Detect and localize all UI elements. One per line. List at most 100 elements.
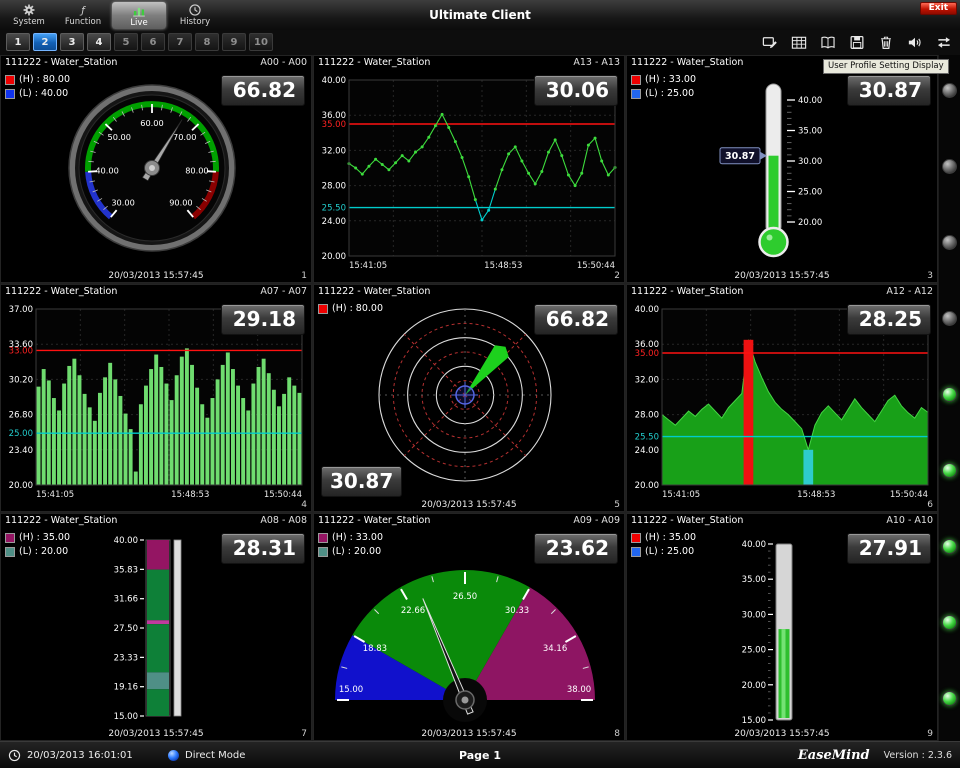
toolbar-button-table[interactable]: [786, 32, 811, 52]
page-tab-2[interactable]: 2: [33, 33, 57, 51]
svg-text:35.00: 35.00: [635, 349, 659, 359]
legend-item: (L) : 25.00: [631, 546, 696, 557]
status-bar: 20/03/2013 16:01:01 Direct Mode Page 1 E…: [0, 741, 960, 768]
legend-label: (L) : 40.00: [19, 88, 68, 99]
legend-swatch: [318, 547, 328, 557]
toolbar-button-save[interactable]: [844, 32, 869, 52]
page-tab-8[interactable]: 8: [195, 33, 219, 51]
toolbar-button-audio[interactable]: [902, 32, 927, 52]
panel-7-segbar[interactable]: 111222 - Water_StationA08 - A0840.0035.8…: [0, 513, 312, 741]
status-brand-group: EaseMind Version : 2.3.6: [798, 742, 952, 768]
panel-4-bar[interactable]: 111222 - Water_StationA07 - A0737.0033.6…: [0, 284, 312, 512]
panel-9-vbar[interactable]: 111222 - Water_StationA10 - A1040.0035.0…: [626, 513, 938, 741]
page-tab-4[interactable]: 4: [87, 33, 111, 51]
panel-index: 6: [927, 500, 933, 510]
toolbar-button-user-profile[interactable]: [815, 32, 840, 52]
panel-timestamp: 20/03/2013 15:57:45: [0, 729, 312, 739]
panel-timestamp: 20/03/2013 15:57:45: [0, 271, 312, 281]
delete-icon: [876, 34, 896, 51]
svg-text:34.16: 34.16: [543, 644, 567, 654]
value-readout: 30.87: [847, 75, 931, 106]
svg-text:37.00: 37.00: [9, 305, 33, 315]
panel-station: 111222 - Water_Station: [5, 286, 117, 299]
page-tabs: 12345678910: [3, 30, 273, 51]
panel-1-dial[interactable]: 111222 - Water_StationA00 - A0030.0040.0…: [0, 55, 312, 283]
toolbar-button-sync[interactable]: [931, 32, 956, 52]
svg-text:40.00: 40.00: [798, 96, 822, 106]
value-readout: 27.91: [847, 533, 931, 564]
toolbar-button-delete[interactable]: [873, 32, 898, 52]
led-indicator-2: [942, 159, 957, 174]
panel-station: 111222 - Water_Station: [631, 515, 743, 528]
top-bar: System ƒ Function Live History Ultimate …: [0, 0, 960, 30]
panel-body: (H) : 80.0066.8230.8720/03/2013 15:57:45…: [313, 299, 625, 512]
panel-grid: 111222 - Water_StationA00 - A0030.0040.0…: [0, 55, 938, 741]
svg-text:35.00: 35.00: [798, 127, 822, 137]
svg-text:32.00: 32.00: [322, 146, 346, 156]
legend-item: (H) : 33.00: [318, 532, 383, 543]
panel-index: 1: [301, 271, 307, 281]
svg-text:15:50:44: 15:50:44: [264, 490, 302, 500]
panel-channel: A13 - A13: [573, 57, 620, 70]
exit-button[interactable]: Exit: [920, 2, 957, 15]
panel-body: 40.0035.0030.0025.0020.0030.87(H) : 33.0…: [626, 70, 938, 283]
value-readout: 28.31: [221, 533, 305, 564]
page-tab-10[interactable]: 10: [249, 33, 273, 51]
new-display-icon: [760, 34, 780, 51]
svg-text:35.00: 35.00: [322, 120, 346, 130]
legend-label: (H) : 80.00: [332, 303, 383, 314]
legend-item: (L) : 40.00: [5, 88, 70, 99]
led-column: [938, 55, 960, 741]
page-tab-1[interactable]: 1: [6, 33, 30, 51]
svg-text:20.00: 20.00: [635, 481, 659, 491]
panel-3-thermo[interactable]: 111222 - Water_Station40.0035.0030.0025.…: [626, 55, 938, 283]
panel-header: 111222 - Water_StationA12 - A12: [626, 284, 938, 299]
panel-header: 111222 - Water_Station: [313, 284, 625, 299]
svg-text:15:41:05: 15:41:05: [662, 490, 700, 500]
panel-8-semigauge[interactable]: 111222 - Water_StationA09 - A0915.0018.8…: [313, 513, 625, 741]
panel-index: 5: [614, 500, 620, 510]
svg-text:25.00: 25.00: [742, 646, 766, 656]
svg-text:25.50: 25.50: [635, 433, 659, 443]
panel-timestamp: 20/03/2013 15:57:45: [313, 729, 625, 739]
nav-tab-label: Function: [65, 17, 101, 27]
panel-5-radar[interactable]: 111222 - Water_Station(H) : 80.0066.8230…: [313, 284, 625, 512]
svg-text:15.00: 15.00: [339, 685, 363, 695]
svg-text:28.00: 28.00: [322, 182, 346, 192]
panel-station: 111222 - Water_Station: [318, 57, 430, 70]
page-tab-7[interactable]: 7: [168, 33, 192, 51]
page-tab-6[interactable]: 6: [141, 33, 165, 51]
legend-swatch: [631, 533, 641, 543]
toolbar-button-new-display[interactable]: [757, 32, 782, 52]
svg-text:27.50: 27.50: [114, 624, 138, 634]
nav-tab-history[interactable]: History: [168, 0, 222, 30]
page-tab-9[interactable]: 9: [222, 33, 246, 51]
nav-tab-system[interactable]: System: [2, 0, 56, 30]
panel-station: 111222 - Water_Station: [5, 515, 117, 528]
nav-tabs: System ƒ Function Live History: [2, 0, 222, 30]
panel-2-line[interactable]: 111222 - Water_StationA13 - A1340.0036.0…: [313, 55, 625, 283]
led-indicator-4: [942, 311, 957, 326]
tooltip: User Profile Setting Display: [823, 59, 949, 74]
svg-text:20.00: 20.00: [798, 218, 822, 228]
panel-legend: (H) : 35.00(L) : 20.00: [5, 532, 70, 557]
svg-text:70.00: 70.00: [173, 132, 196, 142]
svg-text:15:48:53: 15:48:53: [797, 490, 835, 500]
nav-tab-live[interactable]: Live: [112, 2, 166, 29]
page-tab-5[interactable]: 5: [114, 33, 138, 51]
svg-text:60.00: 60.00: [140, 118, 163, 128]
nav-tab-label: History: [180, 17, 210, 27]
panel-timestamp: 20/03/2013 15:57:45: [626, 729, 938, 739]
legend-swatch: [5, 89, 15, 99]
svg-text:20.00: 20.00: [742, 681, 766, 691]
panel-channel: A00 - A00: [260, 57, 307, 70]
panel-6-area[interactable]: 111222 - Water_StationA12 - A1240.0036.0…: [626, 284, 938, 512]
panel-legend: (H) : 33.00(L) : 25.00: [631, 74, 696, 99]
page-tab-3[interactable]: 3: [60, 33, 84, 51]
panel-header: 111222 - Water_StationA07 - A07: [0, 284, 312, 299]
panel-channel: A09 - A09: [573, 515, 620, 528]
svg-text:35.00: 35.00: [742, 575, 766, 585]
panel-header: 111222 - Water_StationA10 - A10: [626, 513, 938, 528]
nav-tab-function[interactable]: ƒ Function: [56, 0, 110, 30]
svg-text:15:50:44: 15:50:44: [890, 490, 928, 500]
